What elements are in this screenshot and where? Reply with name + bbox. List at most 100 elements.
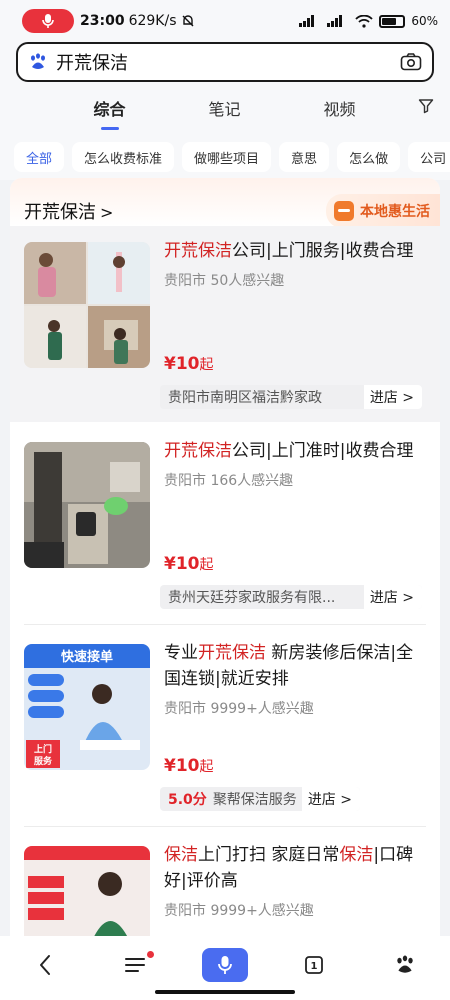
price-value: ¥10 [164,554,200,574]
result-title[interactable]: 保洁上门打扫 家庭日常保洁|口碑好|评价高 [164,842,424,894]
chip-items[interactable]: 做哪些项目 [182,142,272,172]
price-suffix: 起 [199,759,214,775]
enter-shop-button[interactable]: 进店 > [363,385,422,409]
recording-indicator [22,9,74,33]
menu-button[interactable] [112,945,160,985]
signal-icon [299,15,315,27]
result-thumbnail: 快速接单 上门 服务 [24,644,150,770]
result-info: 开荒保洁公司|上门服务|收费合理 贵阳市 50人感兴趣 [164,238,424,290]
tabs-icon: 1 [305,956,324,974]
list-item[interactable]: 开荒保洁公司|上门服务|收费合理 贵阳市 50人感兴趣 ¥10起 贵阳市南明区福… [10,226,440,422]
battery-icon [379,14,406,28]
shop-link[interactable]: 贵州天廷芬家政服务有限... 进店 > [160,585,422,609]
shop-name: 贵州天廷芬家政服务有限... [168,590,336,606]
network-speed: 629K/s [128,13,177,29]
title-keyword: 保洁 [164,845,198,865]
wifi-icon [355,14,373,28]
back-button[interactable] [21,945,69,985]
status-bar: 23:00 629K/s 60% [0,0,450,42]
tab-all[interactable]: 综合 [52,96,167,130]
title-keyword: 开荒保洁 [164,441,232,461]
result-location: 贵阳市 9999+人感兴趣 [164,903,314,919]
local-life-label: 本地惠生活 [360,204,430,220]
home-indicator [155,990,295,994]
price-suffix: 起 [199,557,214,573]
tabs-button[interactable]: 1 [290,945,338,985]
local-services-card: 开荒保洁 > 本地惠生活 开荒保洁公司|上门服务|收费合理 贵阳市 50人感兴趣… [10,178,440,936]
card-title[interactable]: 开荒保洁 > [24,198,113,224]
price-suffix: 起 [199,357,214,373]
search-query[interactable]: 开荒保洁 [56,49,400,75]
result-tabs: 综合 笔记 视频 [0,82,450,134]
list-item[interactable]: 保洁上门打扫 家庭日常保洁|口碑好|评价高 贵阳市 9999+人感兴趣 [10,830,440,936]
card-title-arrow: > [100,203,114,222]
local-life-badge[interactable]: 本地惠生活 [326,194,440,228]
enter-shop-button[interactable]: 进店 > [363,585,422,609]
divider [24,624,426,625]
thumb-tag-line2: 服务 [34,755,53,767]
title-keyword: 开荒保洁 [198,643,266,663]
shop-name: 聚帮保洁服务 [212,792,297,808]
voice-search-button[interactable] [201,948,248,982]
back-icon [40,955,51,975]
result-location: 贵阳市 166人感兴趣 [164,473,294,489]
shop-link[interactable]: 贵阳市南明区福洁黔家政 进店 > [160,385,422,409]
chip-how[interactable]: 怎么做 [337,142,401,172]
title-keyword-2: 保洁 [339,845,374,865]
paw-icon [31,53,45,69]
notification-dot [146,951,154,958]
signal-icon [327,15,343,27]
tab-videos[interactable]: 视频 [282,96,397,120]
result-title[interactable]: 开荒保洁公司|上门准时|收费合理 [164,438,424,464]
clock: 23:00 [80,13,125,29]
shop-link[interactable]: 5.0分 聚帮保洁服务 进店 > [160,787,360,811]
shop-rating: 5.0分 [168,792,207,808]
shop-name: 贵阳市南明区福洁黔家政 [168,390,322,406]
title-rest: 公司|上门准时|收费合理 [232,441,414,461]
list-item[interactable]: 快速接单 上门 服务 专业开荒保洁 新房装修后保洁|全国连锁|就近安排 贵阳市 … [10,628,440,828]
result-title[interactable]: 专业开荒保洁 新房装修后保洁|全国连锁|就近安排 [164,640,424,692]
mic-icon [42,14,54,28]
result-location: 贵阳市 9999+人感兴趣 [164,701,314,717]
home-button[interactable] [381,945,429,985]
result-price: ¥10起 [164,554,214,574]
result-price: ¥10起 [164,756,214,776]
card-header: 开荒保洁 > 本地惠生活 [10,178,440,228]
result-title[interactable]: 开荒保洁公司|上门服务|收费合理 [164,238,424,264]
camera-icon[interactable] [400,52,422,72]
list-item[interactable]: 开荒保洁公司|上门准时|收费合理 贵阳市 166人感兴趣 ¥10起 贵州天廷芬家… [10,426,440,622]
mic-icon [218,956,232,974]
battery-level: 60% [411,14,438,28]
title-prefix: 专业 [164,643,198,663]
tab-notes[interactable]: 笔记 [167,96,282,120]
price-value: ¥10 [164,756,200,776]
title-mid: 上门打扫 家庭日常 [198,845,340,865]
chip-pricing[interactable]: 怎么收费标准 [72,142,175,172]
chip-meaning[interactable]: 意思 [279,142,330,172]
price-value: ¥10 [164,354,200,374]
local-life-icon [334,201,354,221]
result-price: ¥10起 [164,354,214,374]
thumb-tag-line1: 上门 [34,743,52,755]
bottom-nav: 1 [0,936,450,1000]
paw-icon [397,955,413,973]
search-input[interactable]: 开荒保洁 [16,42,434,82]
filter-chips: 全部 怎么收费标准 做哪些项目 意思 怎么做 公司 [0,134,450,180]
search-bar-area: 开荒保洁 [0,42,450,82]
result-location: 贵阳市 50人感兴趣 [164,273,285,289]
card-title-text: 开荒保洁 [24,202,96,223]
result-info: 专业开荒保洁 新房装修后保洁|全国连锁|就近安排 贵阳市 9999+人感兴趣 [164,640,424,718]
result-info: 开荒保洁公司|上门准时|收费合理 贵阳市 166人感兴趣 [164,438,424,490]
result-thumbnail [24,242,150,368]
result-info: 保洁上门打扫 家庭日常保洁|口碑好|评价高 贵阳市 9999+人感兴趣 [164,842,424,920]
chip-company[interactable]: 公司 [408,142,450,172]
enter-shop-button[interactable]: 进店 > [301,787,360,811]
thumb-banner-text: 快速接单 [61,649,113,665]
result-thumbnail [24,846,150,936]
mute-bell-icon [182,15,193,27]
chip-all[interactable]: 全部 [14,142,65,172]
result-thumbnail [24,442,150,568]
tabs-count: 1 [311,961,318,972]
filter-icon[interactable] [418,98,434,114]
menu-icon [124,958,145,972]
